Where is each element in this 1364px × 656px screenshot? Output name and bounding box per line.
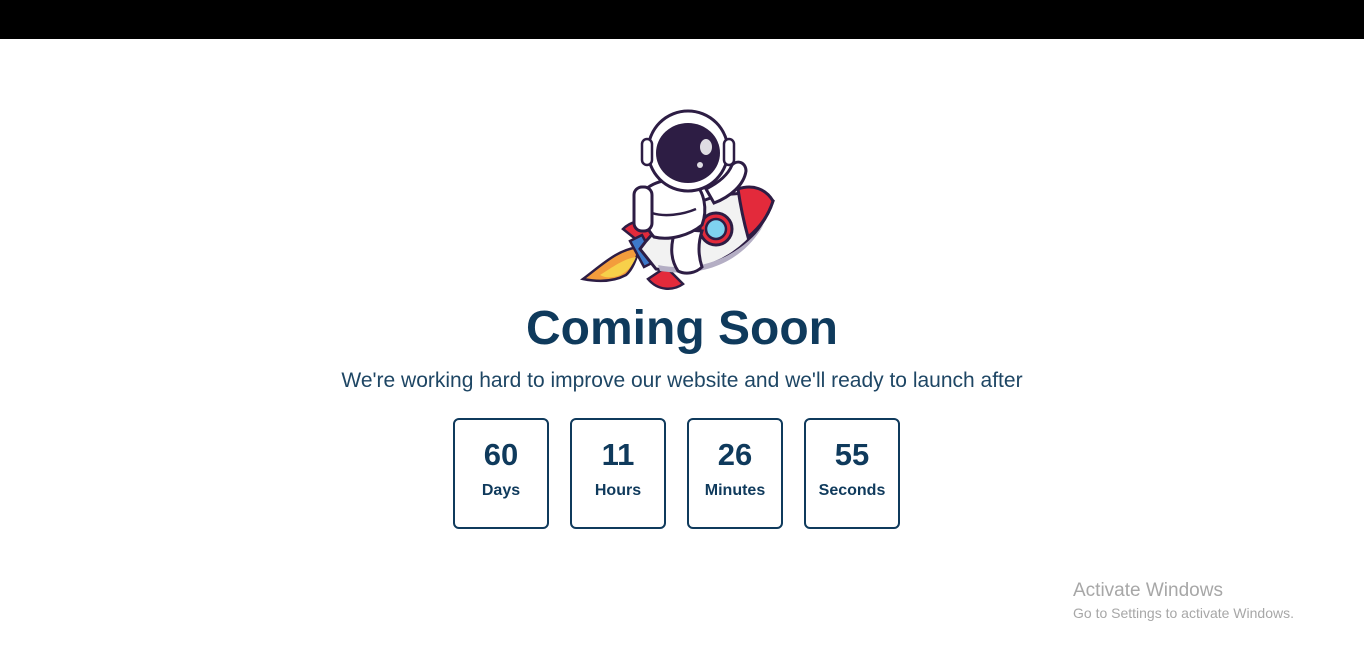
countdown-seconds-box: 55 Seconds <box>804 418 900 529</box>
countdown-label: Days <box>481 482 521 499</box>
countdown-value: 26 <box>717 437 753 472</box>
countdown-days-box: 60 Days <box>453 418 549 529</box>
coming-soon-page: Coming Soon We're working hard to improv… <box>0 39 1364 656</box>
countdown-value: 60 <box>483 437 519 472</box>
countdown-value: 55 <box>834 437 870 472</box>
activate-windows-watermark: Activate Windows Go to Settings to activ… <box>1073 579 1294 623</box>
top-black-bar <box>0 0 1364 39</box>
watermark-subtitle: Go to Settings to activate Windows. <box>1073 605 1294 621</box>
countdown-label: Seconds <box>818 482 886 499</box>
watermark-title: Activate Windows <box>1073 580 1223 601</box>
astronaut-riding-rocket-icon <box>578 79 778 299</box>
countdown-timer: 60 Days 11 Hours 26 Minutes 55 Seconds <box>453 418 900 529</box>
countdown-hours-box: 11 Hours <box>570 418 666 529</box>
countdown-label: Minutes <box>704 482 766 499</box>
countdown-value: 11 <box>601 437 635 472</box>
countdown-label: Hours <box>594 482 642 499</box>
page-subtitle: We're working hard to improve our websit… <box>341 369 1023 392</box>
page-title: Coming Soon <box>526 302 838 355</box>
countdown-minutes-box: 26 Minutes <box>687 418 783 529</box>
